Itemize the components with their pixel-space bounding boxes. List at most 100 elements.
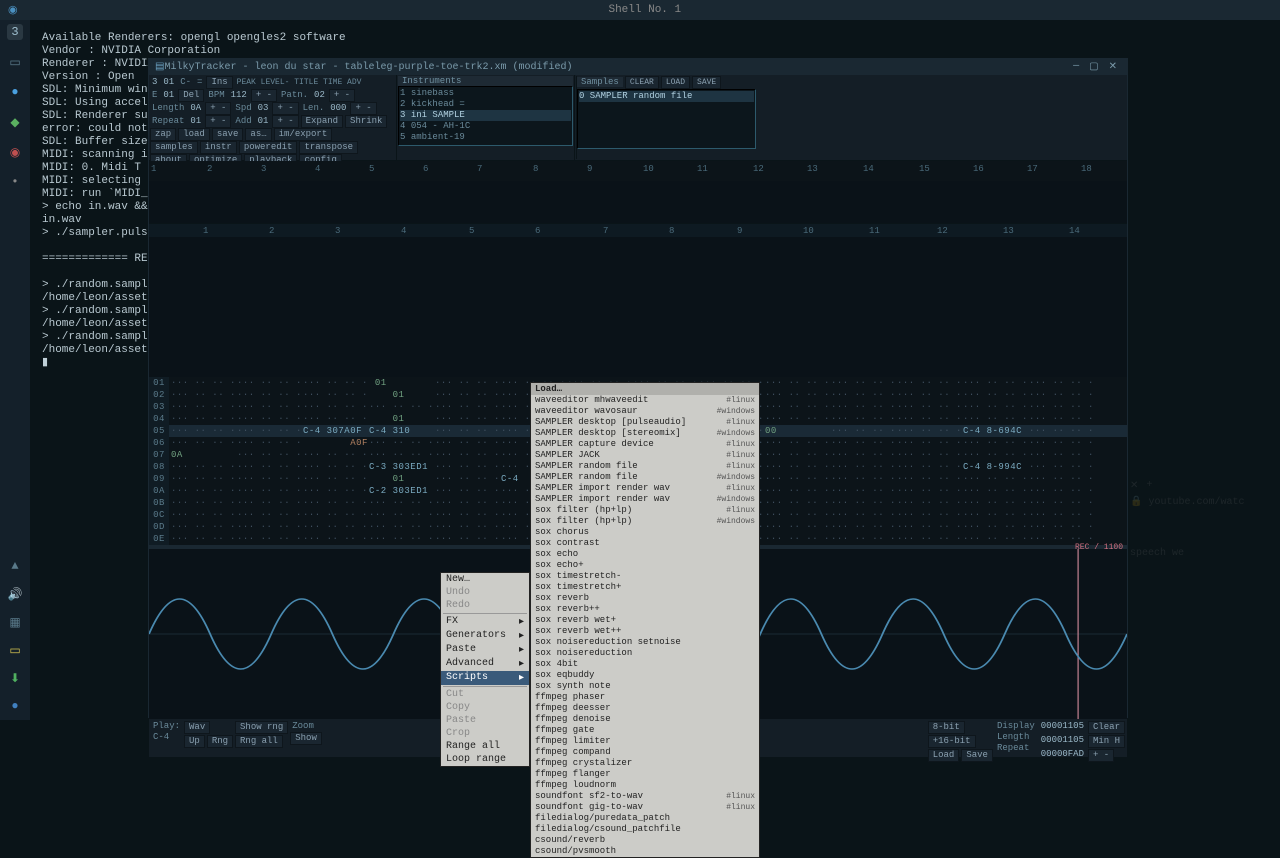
pattern-cell[interactable]: ··· ·· ·· ··· bbox=[829, 437, 895, 449]
pattern-cell[interactable]: ··· ·· ·· ··· bbox=[961, 413, 1027, 425]
pattern-cell[interactable]: ··· ·· ·· ··· bbox=[763, 449, 829, 461]
load-menu-item[interactable]: sox reverb wet++ bbox=[531, 626, 759, 637]
pattern-cell[interactable]: ··· ·· ·· ··· bbox=[829, 521, 895, 533]
pattern-cell[interactable]: ··· ·· ·· ··· bbox=[895, 437, 961, 449]
pattern-cell[interactable]: ··· ·· ·· ··· bbox=[895, 413, 961, 425]
pattern-cell[interactable]: ··· ·· ·· ··· bbox=[169, 473, 235, 485]
ctx-generators[interactable]: Generators▸ bbox=[441, 629, 529, 643]
pattern-cell[interactable]: C-2 303ED1 bbox=[367, 485, 433, 497]
load-menu-item[interactable]: sox synth note bbox=[531, 681, 759, 692]
pattern-cell[interactable]: ··· ·· ·· ··· bbox=[829, 497, 895, 509]
pattern-cell[interactable]: ··· ·· ·· ··· bbox=[169, 389, 235, 401]
pattern-cell[interactable]: C-3 303ED1 bbox=[367, 461, 433, 473]
load-menu-item[interactable]: filedialog/csound_patchfile bbox=[531, 824, 759, 835]
import-export-button[interactable]: im/export bbox=[274, 128, 333, 141]
pattern-cell[interactable]: ··· ·· ·· ··· bbox=[961, 437, 1027, 449]
load-menu-item[interactable]: sox echo bbox=[531, 549, 759, 560]
pattern-cell[interactable]: 00 bbox=[763, 425, 829, 437]
pattern-cell[interactable]: ··· ·· ·· ··· bbox=[829, 485, 895, 497]
del-button[interactable]: Del bbox=[178, 89, 204, 102]
16bit-button[interactable]: +16-bit bbox=[928, 735, 976, 748]
pattern-cell[interactable]: ··· ·· ·· ··· bbox=[169, 461, 235, 473]
pattern-cell[interactable]: ··· ·· ·· ··· bbox=[1027, 497, 1093, 509]
load-menu-item[interactable]: ffmpeg loudnorm bbox=[531, 780, 759, 791]
context-menu[interactable]: New… Undo Redo FX▸ Generators▸ Paste▸ Ad… bbox=[440, 572, 530, 767]
load-menu-item[interactable]: SAMPLER import render wav#windows bbox=[531, 494, 759, 505]
close-icon[interactable]: ✕ bbox=[1105, 61, 1121, 73]
pattern-cell[interactable]: ··· ·· ·· ··· bbox=[367, 437, 433, 449]
pattern-cell[interactable]: ··· ·· ·· ··· bbox=[301, 497, 367, 509]
ctx-undo[interactable]: Undo bbox=[441, 586, 529, 599]
pattern-cell[interactable]: ··· ·· ·· ··· bbox=[763, 389, 829, 401]
load-menu-item[interactable]: ffmpeg phaser bbox=[531, 692, 759, 703]
save-button[interactable]: save bbox=[212, 128, 244, 141]
pattern-cell[interactable]: ··· ·· ·· ··· bbox=[763, 485, 829, 497]
folder-icon[interactable]: ▭ bbox=[7, 54, 23, 70]
btm-save-button[interactable]: Save bbox=[961, 749, 993, 762]
wav-button[interactable]: Wav bbox=[184, 721, 210, 734]
pattern-cell[interactable]: ··· ·· ·· ··· bbox=[895, 449, 961, 461]
load-menu-item[interactable]: sox filter (hp+lp)#windows bbox=[531, 516, 759, 527]
pattern-cell[interactable]: ··· ·· ·· ··· bbox=[367, 521, 433, 533]
load-menu-item[interactable]: SAMPLER capture device#linux bbox=[531, 439, 759, 450]
load-menu-item[interactable]: sox contrast bbox=[531, 538, 759, 549]
tracker-titlebar[interactable]: ▤ MilkyTracker - leon du star - tableleg… bbox=[149, 59, 1127, 75]
pattern-cell[interactable]: ··· ·· ·· ··· bbox=[169, 425, 235, 437]
pattern-cell[interactable]: C-4 310 bbox=[367, 425, 433, 437]
load-menu-item[interactable]: csound/reverb bbox=[531, 835, 759, 846]
load-menu-item[interactable]: ffmpeg deesser bbox=[531, 703, 759, 714]
pattern-cell[interactable]: ··· ·· ·· ··· bbox=[433, 521, 499, 533]
pattern-cell[interactable]: ··· ·· ·· ··· bbox=[235, 389, 301, 401]
pattern-cell[interactable]: ··· ·· ·· ··· bbox=[1027, 413, 1093, 425]
pattern-cell[interactable]: ··· ·· ·· ··· bbox=[433, 509, 499, 521]
pattern-cell[interactable]: ··· ·· ·· ··· bbox=[169, 377, 235, 389]
pattern-cell[interactable]: ··· ·· ·· ··· bbox=[829, 533, 895, 545]
load-menu-item[interactable]: sox noisereduction setnoise bbox=[531, 637, 759, 648]
load-menu-item[interactable]: sox 4bit bbox=[531, 659, 759, 670]
load-menu-item[interactable]: waveeditor mhwaveedit#linux bbox=[531, 395, 759, 406]
pattern-cell[interactable]: ··· ·· ·· ··· bbox=[301, 533, 367, 545]
load-menu-item[interactable]: SAMPLER desktop [stereomix]#windows bbox=[531, 428, 759, 439]
show-button[interactable]: Show bbox=[290, 732, 322, 745]
pp-stepper[interactable]: + - bbox=[1088, 749, 1114, 762]
load-button[interactable]: load bbox=[178, 128, 210, 141]
pattern-cell[interactable]: 0A bbox=[169, 449, 235, 461]
pattern-cell[interactable]: ··· ·· ·· ··· bbox=[301, 401, 367, 413]
ctx-new[interactable]: New… bbox=[441, 573, 529, 586]
pattern-cell[interactable]: ··· ·· ·· ··· bbox=[829, 401, 895, 413]
load-menu-item[interactable]: sox reverb bbox=[531, 593, 759, 604]
pattern-cell[interactable]: ··· ·· ·· ··· bbox=[433, 461, 499, 473]
pattern-cell[interactable]: ··· ·· ·· ··· bbox=[433, 401, 499, 413]
load-submenu[interactable]: Load… waveeditor mhwaveedit#linuxwaveedi… bbox=[530, 382, 760, 858]
load-menu-item[interactable]: ffmpeg compand bbox=[531, 747, 759, 758]
pattern-cell[interactable]: ··· ·· ·· ··· bbox=[895, 425, 961, 437]
saveas-button[interactable]: as… bbox=[245, 128, 271, 141]
pattern-cell[interactable]: ··· ·· ·· ··· bbox=[763, 509, 829, 521]
maximize-icon[interactable]: ▢ bbox=[1085, 61, 1102, 73]
pattern-cell[interactable]: ··· ·· ·· ··· bbox=[961, 401, 1027, 413]
load-menu-item[interactable]: sox noisereduction bbox=[531, 648, 759, 659]
pattern-cell[interactable]: ··· ·· ·· ··· bbox=[433, 377, 499, 389]
terminal-output[interactable]: Renderer : NVIDIA GeForce GTX 1650 with … bbox=[42, 58, 152, 398]
pattern-cell[interactable]: ··· ·· ·· ··· bbox=[301, 377, 367, 389]
rng-button[interactable]: Rng bbox=[207, 735, 233, 748]
rng-all-button[interactable]: Rng all bbox=[235, 735, 283, 748]
pattern-cell[interactable]: ··· ·· ·· ··· bbox=[235, 401, 301, 413]
load-menu-item[interactable]: SAMPLER random file#windows bbox=[531, 472, 759, 483]
pattern-cell[interactable]: ··· ·· ·· ··· bbox=[763, 533, 829, 545]
app-icon-green[interactable]: ◆ bbox=[7, 114, 23, 130]
grid-icon[interactable]: ▦ bbox=[7, 614, 23, 630]
pattern-cell[interactable]: ··· ·· ·· ··· bbox=[961, 473, 1027, 485]
pattern-cell[interactable]: ··· ·· ·· ··· bbox=[235, 485, 301, 497]
pattern-cell[interactable]: ··· ·· ·· ··· bbox=[829, 473, 895, 485]
length-stepper[interactable]: + - bbox=[205, 102, 231, 115]
pattern-cell[interactable]: ··· ·· ·· ··· bbox=[895, 461, 961, 473]
minimize-icon[interactable]: — bbox=[1069, 61, 1083, 73]
pattern-cell[interactable]: ··· ·· ·· ··· bbox=[235, 377, 301, 389]
expand-button[interactable]: Expand bbox=[301, 115, 343, 128]
pattern-cell[interactable]: 01 bbox=[367, 377, 433, 389]
pattern-cell[interactable]: ··· ·· ·· ··· bbox=[895, 377, 961, 389]
pattern-cell[interactable]: ··· ·· ·· ··· bbox=[895, 473, 961, 485]
pattern-cell[interactable]: ··· ·· ·· ··· bbox=[169, 437, 235, 449]
bpm-stepper[interactable]: + - bbox=[251, 89, 277, 102]
